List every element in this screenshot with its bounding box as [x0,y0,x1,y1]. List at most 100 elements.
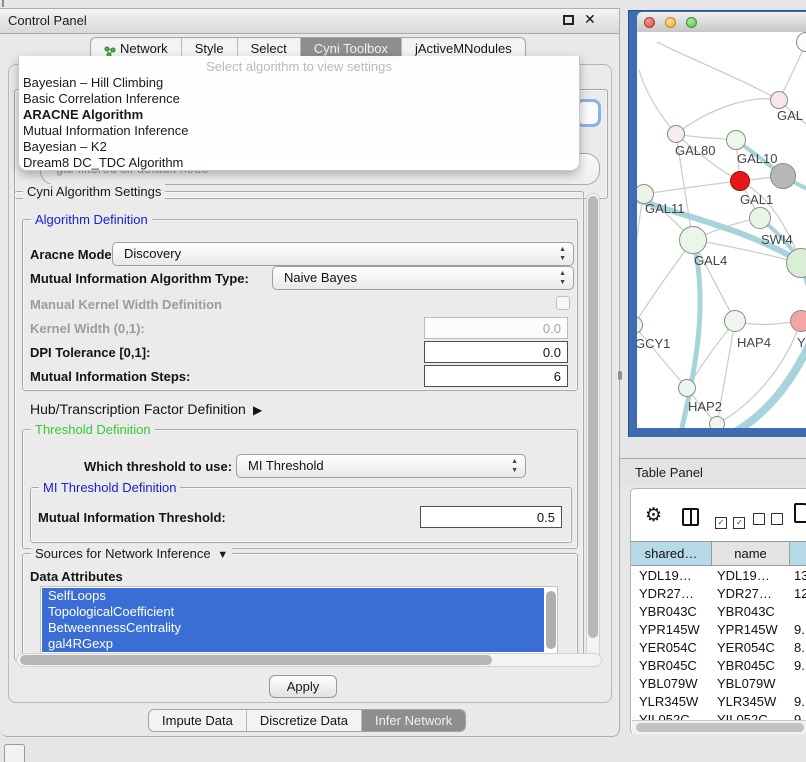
column-header-shared[interactable]: shared… [631,542,712,565]
threshold-definition-title: Threshold Definition [31,422,155,437]
network-node-gal4[interactable] [679,226,707,254]
table-cell[interactable]: YIL052C [639,712,690,720]
application-root: Control Panel ✕ Network S [0,0,806,762]
table-cell[interactable]: YDR27… [717,586,772,601]
table-panel-window: ⚙ ✓ ✓ shared… name A YDL19… YDL19… 13 YD… [630,488,806,734]
combo-arrows-icon: ▲▼ [559,245,566,263]
hub-definition-toggle[interactable]: Hub/Transcription Factor Definition ▶ [30,401,262,417]
which-threshold-combo[interactable]: MI Threshold ▲▼ [236,454,526,478]
table-panel-title: Table Panel [635,465,703,480]
table-cell[interactable]: YPR145W [639,622,700,637]
manual-kernel-checkbox[interactable] [556,296,570,310]
algorithm-option[interactable]: Basic Correlation Inference [23,91,180,107]
table-cell[interactable]: 9. [794,658,805,673]
tab-discretize-data[interactable]: Discretize Data [247,710,362,731]
table-horizontal-scrollbar[interactable] [632,720,806,734]
table-cell[interactable]: YER054C [717,640,775,655]
network-canvas[interactable]: GAL80 GAL10 GAL1 GAL11 SWI4 GAL4 GCY1 HA… [637,32,806,428]
table-cell[interactable]: 13 [794,568,806,583]
table-cell[interactable]: YBR045C [639,658,697,673]
close-icon[interactable]: ✕ [584,11,596,28]
list-item-selected[interactable]: BetweennessCentrality [42,620,544,636]
network-node-hap2[interactable] [678,379,696,397]
network-node-red[interactable] [730,171,750,191]
table-cell[interactable]: YDL19… [639,568,692,583]
control-panel-window: Control Panel ✕ Network S [0,8,620,737]
document-icon[interactable] [794,503,806,523]
network-node[interactable] [770,91,788,109]
table-cell[interactable]: 8. [794,640,805,655]
network-node-salmon[interactable] [790,310,806,332]
table-panel-titlebar: Table Panel [620,458,806,485]
algorithm-option[interactable]: Dream8 DC_TDC Algorithm [23,155,183,171]
table-cell[interactable]: YDR27… [639,586,694,601]
select-all-checkboxes-icon[interactable]: ✓ ✓ [715,512,745,530]
mi-threshold-label: Mutual Information Threshold: [38,510,226,525]
table-cell[interactable]: YBR045C [717,658,775,673]
network-node-gray[interactable] [770,163,796,189]
table-cell[interactable]: 9. [794,694,805,709]
window-minimize-button[interactable] [665,17,676,28]
table-cell[interactable]: YDL19… [717,568,770,583]
settings-vertical-scrollbar[interactable] [586,193,600,659]
network-node-gal10[interactable] [726,130,746,150]
window-zoom-button[interactable] [686,17,697,28]
column-header-name[interactable]: name [712,542,790,565]
table-cell[interactable]: YBR043C [639,604,697,619]
network-window-titlebar[interactable] [637,12,806,33]
table-cell[interactable]: YER054C [639,640,697,655]
table-cell[interactable]: YBL079W [717,676,776,691]
tab-impute-data[interactable]: Impute Data [149,710,247,731]
gear-icon[interactable]: ⚙ [645,504,662,527]
edge-artifact [2,0,4,7]
control-panel-titlebar: Control Panel ✕ [0,9,619,34]
node-label-gcy1: GCY1 [637,336,670,351]
table-cell[interactable]: YBR043C [717,604,775,619]
mi-threshold-field[interactable] [420,506,562,528]
combo-arrows-icon: ▲▼ [511,457,518,475]
apply-button[interactable]: Apply [269,675,337,698]
column-header-clipped[interactable]: A [790,542,806,565]
sources-group-title[interactable]: Sources for Network Inference ▼ [31,546,232,561]
node-label-clipped: Y [797,335,806,350]
algorithm-option[interactable]: Bayesian – Hill Climbing [23,75,163,91]
float-window-icon[interactable] [563,15,574,25]
aracne-mode-label: Aracne Mode: [30,247,116,262]
table-cell[interactable]: 9. [794,622,805,637]
network-node-hap4[interactable] [724,310,746,332]
dpi-tolerance-field[interactable] [424,341,568,363]
deselect-all-checkboxes-icon[interactable] [753,512,783,530]
split-columns-icon[interactable] [682,508,699,526]
bottom-left-button[interactable] [4,744,25,762]
list-item-selected[interactable]: TopologicalCoefficient [42,604,544,620]
network-node-gal80[interactable] [667,125,685,143]
mi-steps-field[interactable] [424,365,568,387]
table-cell[interactable]: 12 [794,586,806,601]
algorithm-option[interactable]: Mutual Information Inference [23,123,188,139]
list-vertical-scrollbar[interactable] [546,591,556,649]
network-node[interactable] [749,207,771,229]
kernel-width-label: Kernel Width (0,1): [30,321,145,336]
aracne-mode-combo[interactable]: Discovery ▲▼ [112,242,574,266]
table-cell[interactable]: YBL079W [639,676,698,691]
tab-infer-network[interactable]: Infer Network [362,710,465,731]
window-close-button[interactable] [644,17,655,28]
table-cell[interactable]: YLR345W [717,694,776,709]
table-cell[interactable]: YPR145W [717,622,778,637]
algorithm-option[interactable]: Bayesian – K2 [23,139,107,155]
mi-type-combo[interactable]: Naive Bayes ▲▼ [272,266,574,290]
list-item-selected[interactable]: SelfLoops [42,588,544,604]
network-node[interactable] [709,416,725,428]
split-pane-grip[interactable] [618,371,622,380]
expand-right-icon: ▶ [250,403,263,417]
network-tab-icon [104,43,116,55]
table-cell[interactable]: 9 [794,712,801,720]
mi-threshold-group-title: MI Threshold Definition [39,480,180,495]
table-cell[interactable]: YLR345W [639,694,698,709]
dpi-tolerance-label: DPI Tolerance [0,1]: [30,345,150,360]
table-cell[interactable]: YIL052C [717,712,768,720]
kernel-width-field[interactable] [424,317,568,339]
list-item-selected[interactable]: gal4RGexp [42,636,544,652]
settings-horizontal-scrollbar[interactable] [16,653,602,667]
algorithm-option-highlighted[interactable]: ARACNE Algorithm [23,107,143,123]
